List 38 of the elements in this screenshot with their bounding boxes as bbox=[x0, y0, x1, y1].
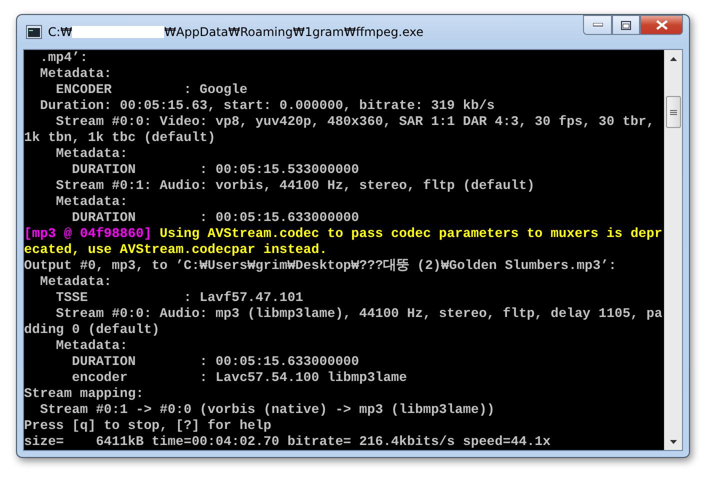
console-line: Duration: 00:05:15.63, start: 0.000000, bitrate: 319 kb/s bbox=[38, 98, 495, 114]
console-line: ecated, use AVStream.codecpar instead. bbox=[24, 242, 328, 258]
console-line: Metadata: bbox=[38, 274, 112, 290]
console-line: Metadata: bbox=[54, 338, 128, 354]
console-line: Metadata: bbox=[54, 146, 128, 162]
close-button[interactable] bbox=[640, 15, 683, 35]
console-line: ENCODER : Google bbox=[54, 82, 248, 98]
console-line: Output #0, mp3, to ’C:₩Users₩grim₩Desktop₩???대뚱 (2)₩Golden Slumbers.mp3’: bbox=[24, 258, 617, 274]
maximize-button[interactable] bbox=[612, 15, 640, 35]
console-line: Stream mapping: bbox=[24, 386, 144, 402]
scrollbar[interactable] bbox=[664, 50, 682, 450]
window-title: C:₩ ₩AppData₩Roaming₩1gram₩ffmpeg.exe bbox=[48, 25, 424, 39]
scroll-thumb[interactable] bbox=[666, 96, 681, 128]
console-line: Metadata: bbox=[38, 66, 112, 82]
console-line: Stream #0:0: Audio: mp3 (libmp3lame), 44100 Hz, stereo, fltp, delay 1105, pa bbox=[54, 306, 662, 322]
console-line: Stream #0:1 -> #0:0 (vorbis (native) -> mp3 (libmp3lame)) bbox=[38, 402, 495, 418]
close-icon bbox=[656, 20, 668, 30]
console-line: DURATION : 00:05:15.633000000 bbox=[70, 354, 360, 370]
console-line: Press [q] to stop, [?] for help bbox=[24, 418, 272, 434]
console-icon bbox=[26, 25, 42, 39]
console-line: size= 6411kB time=00:04:02.70 bitrate= 216.4kbits/s speed=44.1x bbox=[24, 434, 551, 450]
minimize-button[interactable] bbox=[583, 15, 612, 35]
console-line: Stream #0:1: Audio: vorbis, 44100 Hz, stereo, fltp (default) bbox=[54, 178, 535, 194]
console-line: encoder : Lavc57.54.100 libmp3lame bbox=[70, 370, 408, 386]
maximize-icon bbox=[621, 20, 631, 30]
console-line: DURATION : 00:05:15.533000000 bbox=[70, 162, 360, 178]
console-line: 1k tbn, 1k tbc (default) bbox=[24, 130, 216, 146]
scroll-down-icon[interactable] bbox=[670, 440, 677, 444]
console-line: [mp3 @ 04f98860] Using AVStream.codec to pass codec parameters to muxers is depr bbox=[24, 226, 662, 242]
console-line: Stream #0:0: Video: vp8, yuv420p, 480x360, SAR 1:1 DAR 4:3, 30 fps, 30 tbr, bbox=[54, 114, 654, 130]
grip-icon bbox=[670, 110, 677, 114]
minimize-icon bbox=[592, 23, 602, 27]
console-line: Metadata: bbox=[54, 194, 128, 210]
console-line: DURATION : 00:05:15.633000000 bbox=[70, 210, 360, 226]
console-line: dding 0 (default) bbox=[24, 322, 160, 338]
console-line: .mp4’: bbox=[38, 50, 88, 66]
scroll-up-icon[interactable] bbox=[670, 56, 677, 60]
console-line: TSSE : Lavf57.47.101 bbox=[54, 290, 304, 306]
